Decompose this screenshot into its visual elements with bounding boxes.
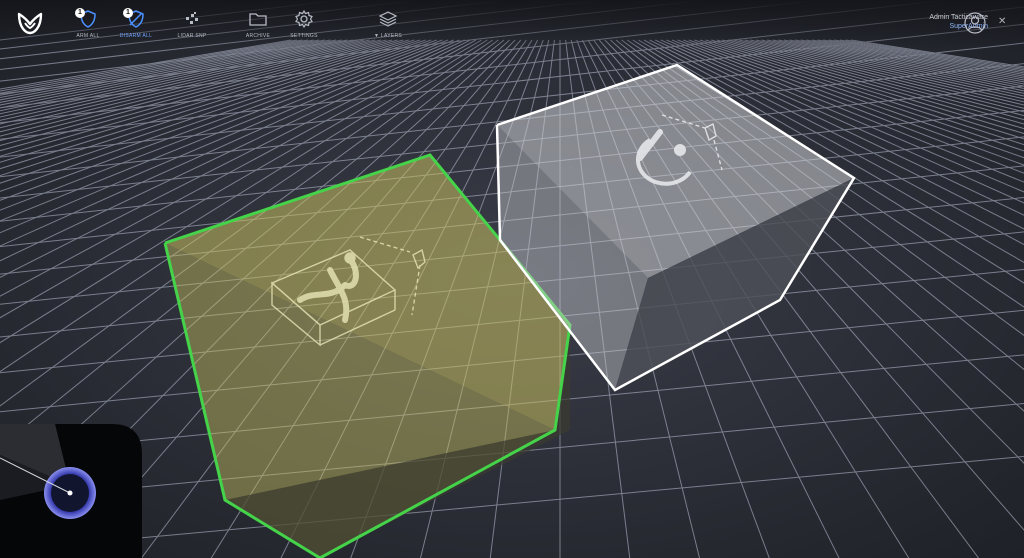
settings-button[interactable]: SETTINGS <box>274 9 334 39</box>
tacticaware-logo-icon[interactable] <box>16 8 44 36</box>
layers-button[interactable]: ▼ LAYERS <box>358 9 418 39</box>
3d-viewport[interactable] <box>0 0 1024 558</box>
disarm-all-label: DISARM ALL <box>119 33 153 39</box>
arm-all-badge: 1 <box>75 8 85 18</box>
disarm-all-badge: 1 <box>123 8 133 18</box>
layers-label: ▼ LAYERS <box>358 33 418 39</box>
settings-label: SETTINGS <box>290 33 318 39</box>
lidar-snap-label: LIDAR SNP <box>177 33 207 39</box>
layers-icon <box>378 11 398 27</box>
avatar-icon[interactable] <box>964 12 986 34</box>
radar-minimap[interactable] <box>0 424 142 558</box>
lidar-points-icon <box>186 12 198 24</box>
gear-icon <box>295 9 313 29</box>
lidar-snap-button[interactable]: LIDAR SNP <box>162 9 222 39</box>
chevron-down-icon: ▼ <box>373 33 381 39</box>
disarm-all-button[interactable]: 1 DISARM ALL <box>106 8 166 39</box>
top-toolbar: 1 ARM ALL 1 DISARM ALL LIDAR SNP ARCHIVE… <box>0 0 1024 50</box>
layers-label-text: LAYERS <box>380 33 403 39</box>
close-icon[interactable]: ✕ <box>998 16 1006 27</box>
folder-icon <box>249 13 267 26</box>
